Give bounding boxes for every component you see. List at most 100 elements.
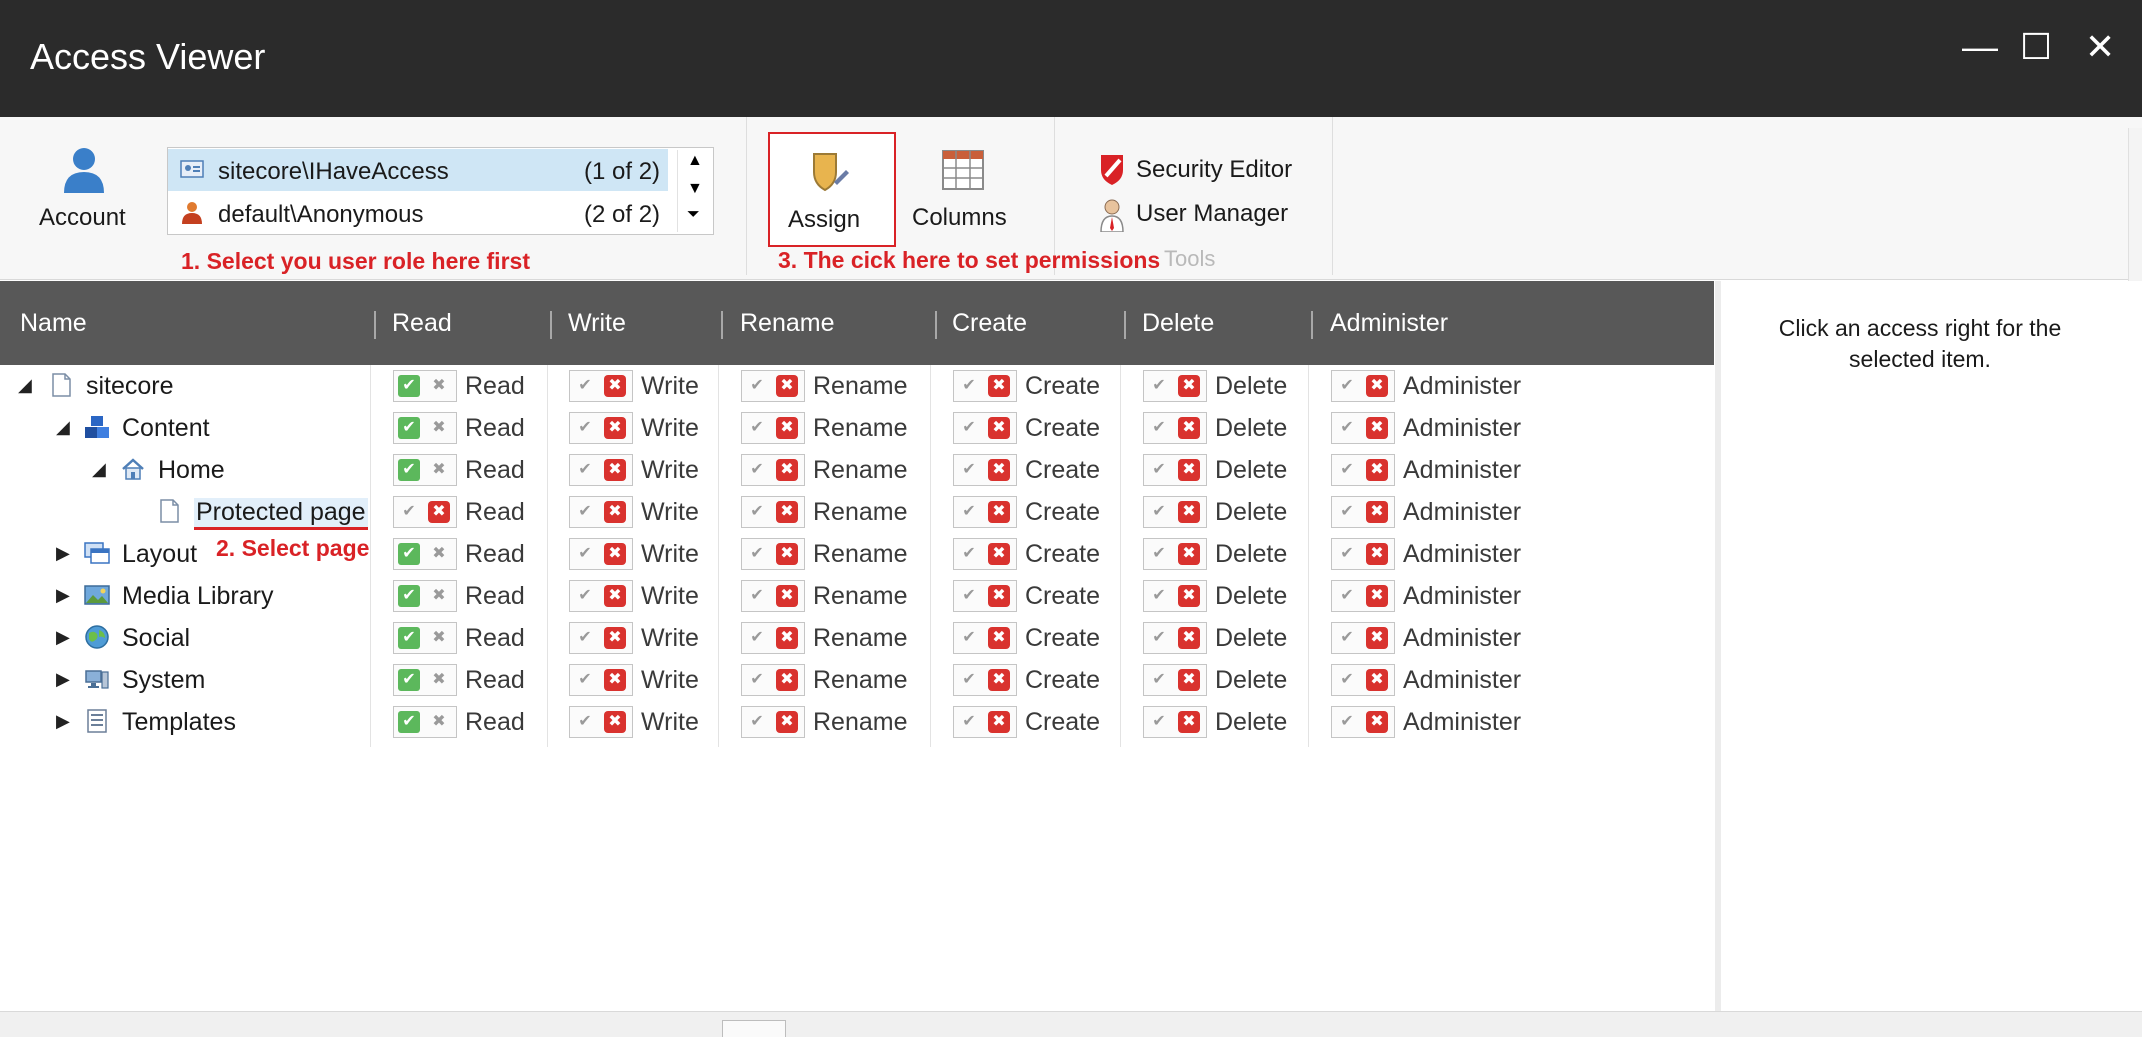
permission-toggle[interactable]: ✔ ✖: [393, 622, 457, 654]
minimize-button[interactable]: —: [1962, 26, 1998, 68]
deny-cross-icon[interactable]: ✖: [428, 627, 450, 649]
header-administer[interactable]: Administer: [1330, 309, 1448, 338]
create-permission-cell[interactable]: ✔ ✖ Create: [953, 580, 1153, 612]
deny-cross-icon[interactable]: ✖: [776, 711, 798, 733]
permission-toggle[interactable]: ✔ ✖: [569, 706, 633, 738]
read-permission-cell[interactable]: ✔ ✖ Read: [393, 580, 593, 612]
deny-cross-icon[interactable]: ✖: [988, 501, 1010, 523]
allow-check-icon[interactable]: ✔: [746, 669, 768, 691]
permission-toggle[interactable]: ✔ ✖: [953, 454, 1017, 486]
read-permission-cell[interactable]: ✔ ✖ Read: [393, 622, 593, 654]
allow-check-icon[interactable]: ✔: [1148, 669, 1170, 691]
allow-check-icon[interactable]: ✔: [1336, 459, 1358, 481]
administer-permission-cell[interactable]: ✔ ✖ Administer: [1331, 622, 1531, 654]
permission-toggle[interactable]: ✔ ✖: [569, 538, 633, 570]
permission-toggle[interactable]: ✔ ✖: [1143, 706, 1207, 738]
table-row[interactable]: ▶ Social ✔ ✖ Read ✔ ✖ Write ✔ ✖ Rename ✔…: [0, 617, 1714, 659]
write-permission-cell[interactable]: ✔ ✖ Write: [569, 622, 769, 654]
deny-cross-icon[interactable]: ✖: [604, 585, 626, 607]
tree-item-label[interactable]: Content: [122, 414, 210, 443]
permission-toggle[interactable]: ✔ ✖: [393, 706, 457, 738]
deny-cross-icon[interactable]: ✖: [776, 417, 798, 439]
administer-permission-cell[interactable]: ✔ ✖ Administer: [1331, 370, 1531, 402]
rename-permission-cell[interactable]: ✔ ✖ Rename: [741, 664, 941, 696]
permission-toggle[interactable]: ✔ ✖: [953, 370, 1017, 402]
permission-toggle[interactable]: ✔ ✖: [741, 370, 805, 402]
table-row[interactable]: ▶ Media Library ✔ ✖ Read ✔ ✖ Write ✔ ✖ Re…: [0, 575, 1714, 617]
permission-toggle[interactable]: ✔ ✖: [953, 538, 1017, 570]
tree-item-label[interactable]: System: [122, 666, 205, 695]
read-permission-cell[interactable]: ✔ ✖ Read: [393, 538, 593, 570]
allow-check-icon[interactable]: ✔: [398, 543, 420, 565]
allow-check-icon[interactable]: ✔: [398, 501, 420, 523]
rename-permission-cell[interactable]: ✔ ✖ Rename: [741, 370, 941, 402]
permission-toggle[interactable]: ✔ ✖: [953, 622, 1017, 654]
allow-check-icon[interactable]: ✔: [958, 501, 980, 523]
rename-permission-cell[interactable]: ✔ ✖ Rename: [741, 622, 941, 654]
allow-check-icon[interactable]: ✔: [574, 627, 596, 649]
permission-toggle[interactable]: ✔ ✖: [393, 496, 457, 528]
permission-toggle[interactable]: ✔ ✖: [1331, 454, 1395, 486]
permission-toggle[interactable]: ✔ ✖: [1331, 622, 1395, 654]
collapse-arrow-icon[interactable]: ◢: [92, 459, 106, 480]
allow-check-icon[interactable]: ✔: [574, 585, 596, 607]
account-scroller[interactable]: ▲ ▼ ⏷: [677, 150, 712, 232]
read-permission-cell[interactable]: ✔ ✖ Read: [393, 412, 593, 444]
deny-cross-icon[interactable]: ✖: [1178, 627, 1200, 649]
allow-check-icon[interactable]: ✔: [1148, 543, 1170, 565]
permission-toggle[interactable]: ✔ ✖: [1331, 538, 1395, 570]
permission-toggle[interactable]: ✔ ✖: [1143, 496, 1207, 528]
permission-toggle[interactable]: ✔ ✖: [741, 496, 805, 528]
administer-permission-cell[interactable]: ✔ ✖ Administer: [1331, 454, 1531, 486]
scroll-up-icon[interactable]: ▲: [687, 152, 703, 170]
allow-check-icon[interactable]: ✔: [1336, 543, 1358, 565]
scroll-more-icon[interactable]: ⏷: [687, 206, 700, 224]
allow-check-icon[interactable]: ✔: [1336, 669, 1358, 691]
delete-permission-cell[interactable]: ✔ ✖ Delete: [1143, 496, 1343, 528]
deny-cross-icon[interactable]: ✖: [604, 627, 626, 649]
create-permission-cell[interactable]: ✔ ✖ Create: [953, 706, 1153, 738]
deny-cross-icon[interactable]: ✖: [1366, 585, 1388, 607]
permission-toggle[interactable]: ✔ ✖: [1143, 370, 1207, 402]
rename-permission-cell[interactable]: ✔ ✖ Rename: [741, 454, 941, 486]
tree-item-label[interactable]: Home: [158, 456, 225, 485]
deny-cross-icon[interactable]: ✖: [988, 711, 1010, 733]
expand-arrow-icon[interactable]: ▶: [56, 669, 70, 690]
permission-toggle[interactable]: ✔ ✖: [1143, 538, 1207, 570]
rename-permission-cell[interactable]: ✔ ✖ Rename: [741, 580, 941, 612]
expand-arrow-icon[interactable]: ▶: [56, 711, 70, 732]
deny-cross-icon[interactable]: ✖: [1178, 585, 1200, 607]
permission-toggle[interactable]: ✔ ✖: [1331, 580, 1395, 612]
permission-toggle[interactable]: ✔ ✖: [1143, 454, 1207, 486]
deny-cross-icon[interactable]: ✖: [1178, 501, 1200, 523]
deny-cross-icon[interactable]: ✖: [988, 585, 1010, 607]
deny-cross-icon[interactable]: ✖: [1178, 375, 1200, 397]
read-permission-cell[interactable]: ✔ ✖ Read: [393, 706, 593, 738]
permission-toggle[interactable]: ✔ ✖: [393, 664, 457, 696]
write-permission-cell[interactable]: ✔ ✖ Write: [569, 538, 769, 570]
administer-permission-cell[interactable]: ✔ ✖ Administer: [1331, 664, 1531, 696]
permission-toggle[interactable]: ✔ ✖: [953, 412, 1017, 444]
create-permission-cell[interactable]: ✔ ✖ Create: [953, 454, 1153, 486]
header-read[interactable]: Read: [392, 309, 452, 338]
deny-cross-icon[interactable]: ✖: [428, 459, 450, 481]
permission-toggle[interactable]: ✔ ✖: [569, 370, 633, 402]
allow-check-icon[interactable]: ✔: [958, 417, 980, 439]
create-permission-cell[interactable]: ✔ ✖ Create: [953, 370, 1153, 402]
deny-cross-icon[interactable]: ✖: [428, 417, 450, 439]
user-manager-button[interactable]: User Manager: [1098, 196, 1328, 236]
allow-check-icon[interactable]: ✔: [398, 375, 420, 397]
permission-toggle[interactable]: ✔ ✖: [569, 664, 633, 696]
create-permission-cell[interactable]: ✔ ✖ Create: [953, 622, 1153, 654]
tree-item-label[interactable]: Media Library: [122, 582, 273, 611]
scroll-down-icon[interactable]: ▼: [687, 180, 703, 198]
deny-cross-icon[interactable]: ✖: [988, 627, 1010, 649]
security-editor-button[interactable]: Security Editor: [1098, 150, 1328, 190]
deny-cross-icon[interactable]: ✖: [988, 459, 1010, 481]
allow-check-icon[interactable]: ✔: [574, 501, 596, 523]
deny-cross-icon[interactable]: ✖: [604, 543, 626, 565]
header-create[interactable]: Create: [952, 309, 1027, 338]
permission-toggle[interactable]: ✔ ✖: [1331, 370, 1395, 402]
allow-check-icon[interactable]: ✔: [574, 543, 596, 565]
delete-permission-cell[interactable]: ✔ ✖ Delete: [1143, 664, 1343, 696]
